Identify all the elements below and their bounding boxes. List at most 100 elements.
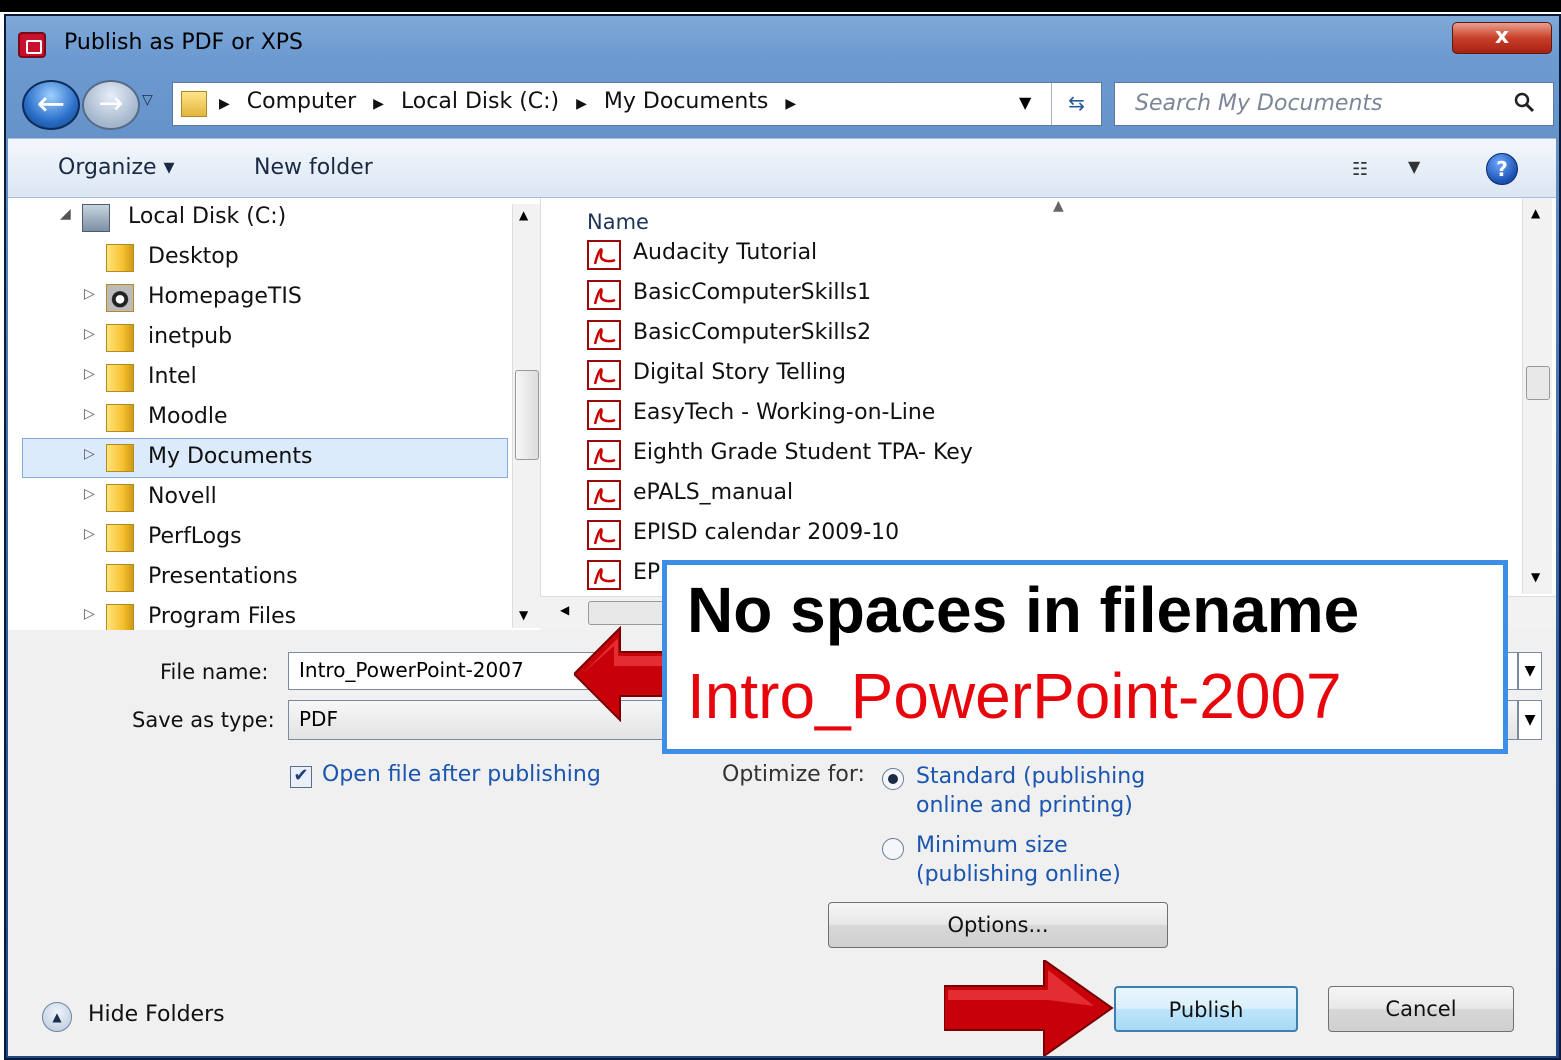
pdf-file-icon: [587, 480, 621, 510]
save-as-type-dropdown-icon[interactable]: ▼: [1518, 700, 1542, 740]
new-folder-button[interactable]: New folder: [254, 155, 373, 180]
expand-arrow-icon[interactable]: ▷: [84, 606, 95, 622]
nav-item-label: Program Files: [148, 604, 297, 629]
file-name: EasyTech - Working-on-Line: [633, 400, 936, 425]
file-name: Eighth Grade Student TPA- Key: [633, 440, 973, 465]
address-dropdown-icon[interactable]: ▼: [1019, 93, 1031, 112]
nav-item-label: My Documents: [148, 444, 313, 469]
nav-item-label: PerfLogs: [148, 524, 242, 549]
nav-item-label: Moodle: [148, 404, 228, 429]
radio-minimum-line1: Minimum size: [916, 833, 1068, 858]
folder-icon: [106, 404, 134, 432]
column-header-name[interactable]: Name: [587, 210, 649, 234]
organize-menu-button[interactable]: Organize ▾: [58, 155, 175, 180]
file-name: ePALS_manual: [633, 480, 794, 505]
expand-arrow-icon[interactable]: ◢: [60, 206, 71, 222]
refresh-button[interactable]: ⇆: [1051, 83, 1101, 125]
top-black-bar: [0, 0, 1561, 12]
hide-folders-label[interactable]: Hide Folders: [88, 1002, 225, 1027]
open-after-publishing-label[interactable]: Open file after publishing: [322, 762, 601, 787]
nav-item-label: Novell: [148, 484, 217, 509]
pdf-file-icon: [587, 520, 621, 550]
scroll-down-icon[interactable]: ▼: [519, 608, 528, 622]
file-name: Digital Story Telling: [633, 360, 846, 385]
expand-arrow-icon[interactable]: ▷: [84, 286, 95, 302]
pdf-file-icon: [587, 240, 621, 270]
nav-scroll-thumb[interactable]: [515, 370, 539, 460]
optimize-for-label: Optimize for:: [722, 762, 865, 787]
pdf-file-icon: [587, 280, 621, 310]
arrow-pointing-to-publish: [944, 960, 1114, 1056]
radio-standard-label[interactable]: Standard (publishing online and printing…: [916, 762, 1145, 820]
arrow-pointing-to-filename: [574, 626, 674, 722]
forward-arrow-icon: →: [98, 86, 124, 121]
nav-item-label: Intel: [148, 364, 197, 389]
folder-icon: [106, 324, 134, 352]
nav-item-label: Desktop: [148, 244, 239, 269]
back-arrow-icon: ←: [36, 84, 66, 124]
cancel-button[interactable]: Cancel: [1328, 986, 1514, 1032]
app-icon: [18, 32, 46, 58]
expand-arrow-icon[interactable]: ▷: [84, 486, 95, 502]
history-dropdown-icon[interactable]: ▽: [142, 92, 162, 116]
pdf-file-icon: [587, 440, 621, 470]
folder-icon: [106, 484, 134, 512]
expand-arrow-icon[interactable]: ▷: [84, 526, 95, 542]
scroll-up-icon[interactable]: ▲: [519, 208, 528, 222]
breadcrumb-separator-icon: ▶: [219, 96, 230, 112]
callout-example-filename: Intro_PowerPoint-2007: [687, 660, 1342, 732]
radio-standard[interactable]: [882, 768, 904, 790]
callout-heading: No spaces in filename: [687, 574, 1360, 646]
breadcrumb-computer[interactable]: Computer: [247, 89, 356, 114]
vertical-scroll-thumb[interactable]: [1526, 366, 1550, 400]
folder-icon: [181, 91, 207, 117]
breadcrumb-my-documents[interactable]: My Documents: [604, 89, 768, 114]
expand-arrow-icon[interactable]: ▷: [84, 406, 95, 422]
breadcrumb-separator-icon: ▶: [576, 96, 587, 112]
file-list-vertical-scrollbar[interactable]: ▲ ▼: [1522, 198, 1552, 594]
file-name: EPISD calendar 2009-10: [633, 520, 900, 545]
nav-item-label: Presentations: [148, 564, 298, 589]
folder-icon: [106, 444, 134, 472]
scroll-up-icon[interactable]: ▲: [1531, 206, 1540, 220]
breadcrumb-separator-icon: ▶: [373, 96, 384, 112]
pdf-file-icon: [587, 320, 621, 350]
folder-icon: [106, 604, 134, 632]
hide-folders-icon[interactable]: ▲: [42, 1002, 72, 1032]
breadcrumb: ▶ Computer ▶ Local Disk (C:) ▶ My Docume…: [219, 89, 806, 114]
search-input[interactable]: Search My Documents: [1114, 82, 1554, 126]
help-icon[interactable]: ?: [1486, 153, 1518, 185]
views-icon[interactable]: ☷: [1352, 159, 1368, 180]
views-dropdown-icon[interactable]: ▼: [1408, 157, 1420, 176]
pdf-file-icon: [587, 360, 621, 390]
scroll-down-icon[interactable]: ▼: [1531, 570, 1540, 584]
close-button[interactable]: x: [1452, 22, 1552, 54]
publish-button[interactable]: Publish: [1114, 986, 1298, 1032]
back-button[interactable]: ←: [22, 80, 80, 130]
nav-item-label: Local Disk (C:): [128, 204, 287, 229]
options-button[interactable]: Options...: [828, 902, 1168, 948]
drive-icon: [82, 204, 110, 232]
file-name-label: File name:: [160, 660, 269, 684]
window-title: Publish as PDF or XPS: [64, 30, 304, 55]
camera-folder-icon: [106, 284, 134, 312]
radio-minimum-size-label[interactable]: Minimum size (publishing online): [916, 831, 1121, 889]
refresh-icon: ⇆: [1068, 91, 1085, 115]
breadcrumb-local-disk[interactable]: Local Disk (C:): [401, 89, 559, 114]
expand-arrow-icon[interactable]: ▷: [84, 366, 95, 382]
file-name: BasicComputerSkills1: [633, 280, 872, 305]
folder-icon: [106, 364, 134, 392]
open-after-publishing-checkbox[interactable]: ✔: [290, 766, 312, 788]
forward-button[interactable]: →: [82, 80, 140, 130]
radio-minimum-size[interactable]: [882, 838, 904, 860]
expand-arrow-icon[interactable]: ▷: [84, 326, 95, 342]
search-icon[interactable]: [1513, 91, 1535, 113]
nav-scrollbar[interactable]: ▲ ▼: [512, 204, 540, 628]
expand-arrow-icon[interactable]: ▷: [84, 446, 95, 462]
address-bar[interactable]: ▶ Computer ▶ Local Disk (C:) ▶ My Docume…: [172, 82, 1102, 126]
scroll-left-icon[interactable]: ◀: [560, 603, 569, 617]
annotation-callout: No spaces in filename Intro_PowerPoint-2…: [662, 560, 1508, 754]
folder-icon: [106, 524, 134, 552]
command-toolbar: Organize ▾ New folder ☷ ▼ ?: [8, 138, 1556, 198]
file-name-dropdown-icon[interactable]: ▼: [1518, 652, 1542, 690]
